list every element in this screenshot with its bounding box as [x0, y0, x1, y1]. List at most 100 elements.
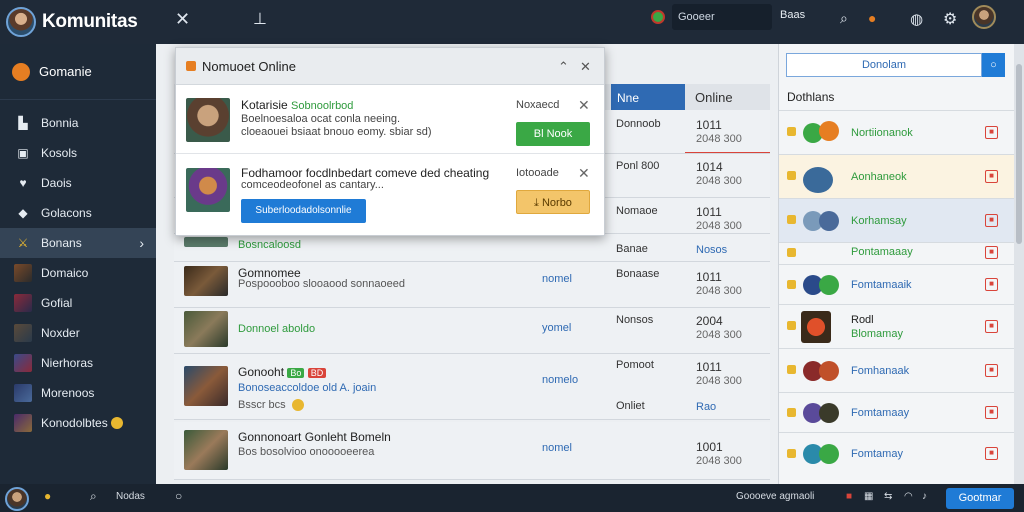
chart-icon: ▙	[18, 116, 28, 130]
chat-icon[interactable]: ◍	[910, 10, 923, 28]
sidebar-item-4[interactable]: ◆ Golacons	[0, 198, 156, 228]
table-row[interactable]: Gomnomee Pospoooboo slooaood sonnaoeed n…	[174, 262, 770, 308]
panel-row[interactable]: Nortiionanok ■	[779, 110, 1015, 154]
popup-row-desc: Boelnoesaloa ocat conla neeing. cloeaoue…	[241, 113, 432, 138]
popup-close-icon[interactable]: ✕	[580, 59, 591, 75]
panel-row[interactable]: Fomtamaaik ■	[779, 264, 1015, 304]
remove-icon[interactable]: ■	[985, 278, 998, 291]
popup-row-tag: Sobnoolrbod	[291, 100, 354, 112]
row-count: 1011 2048 300	[696, 270, 742, 298]
remove-icon[interactable]: ■	[985, 364, 998, 377]
user-avatar	[186, 168, 230, 212]
bell-icon[interactable]: ♪	[922, 491, 927, 502]
close-icon[interactable]: ✕	[175, 9, 190, 30]
sidebar-item-9[interactable]: Nierhoras	[0, 348, 156, 378]
heart-icon: ♥	[19, 176, 27, 190]
sidebar: Gomanie ▙ Bonnia ▣ Kosols ♥ Daois ◆ Golacons…	[0, 44, 156, 484]
remove-icon[interactable]: ■	[985, 246, 998, 259]
remove-icon[interactable]: ■	[985, 406, 998, 419]
row-count-sub: Rao	[696, 401, 717, 413]
panel-row[interactable]: Fomtamaay ■	[779, 392, 1015, 432]
sidebar-item-label: Bonans	[41, 236, 82, 250]
row-count-value: 1011	[696, 360, 722, 374]
dismiss-icon[interactable]: ✕	[578, 165, 590, 182]
row-tag-red: BD	[307, 368, 327, 378]
panel-row[interactable]: Fomhanaak ■	[779, 348, 1015, 392]
sidebar-item-5[interactable]: ⚔ Bonans ›	[0, 228, 156, 258]
user-avatar[interactable]	[972, 5, 996, 29]
panel-search-button[interactable]: ○	[982, 53, 1005, 77]
bottom-item[interactable]: Nodas	[116, 491, 145, 502]
bottom-action-button[interactable]: Gootmar	[946, 488, 1014, 509]
panel-search-input[interactable]: Donolam	[786, 53, 982, 77]
remove-icon[interactable]: ■	[985, 447, 998, 460]
alert-icon[interactable]: ●	[868, 10, 876, 26]
sidebar-item-1[interactable]: ▙ Bonnia	[0, 108, 156, 138]
popup-row-type: Iotooade	[516, 167, 559, 179]
wifi-icon[interactable]: ◠	[904, 491, 913, 502]
row-desc: Donnoel aboldo	[238, 323, 316, 335]
gear-icon[interactable]: ⚙	[943, 9, 957, 29]
sidebar-item-label: Kosols	[41, 146, 78, 160]
sidebar-item-6[interactable]: Domaico	[0, 258, 156, 288]
circle-icon[interactable]: ○	[175, 489, 182, 503]
pending-button[interactable]: ⤓ Norbo	[516, 190, 590, 214]
sidebar-item-label: Golacons	[41, 206, 92, 220]
panel-row-label: Korhamsay	[851, 215, 907, 227]
user-avatar[interactable]	[5, 487, 29, 511]
search-icon[interactable]: ⌕	[840, 10, 848, 27]
game-thumbnail	[14, 324, 32, 342]
top-label[interactable]: Baas	[780, 9, 805, 21]
remove-icon[interactable]: ■	[985, 320, 998, 333]
sidebar-item-10[interactable]: Morenoos	[0, 378, 156, 408]
record-icon[interactable]: ■	[846, 491, 852, 502]
scrollbar[interactable]	[1014, 44, 1024, 484]
row-name-label: Gonnonoart	[238, 430, 302, 444]
row-count-sub: 2048 300	[696, 133, 742, 145]
remove-icon[interactable]: ■	[985, 126, 998, 139]
grid-icon[interactable]: ▦	[864, 491, 873, 502]
panel-row[interactable]: Pontamaaay ■	[779, 242, 1015, 264]
top-search-input[interactable]: Gooeer	[672, 4, 772, 30]
sidebar-item-8[interactable]: Noxder	[0, 318, 156, 348]
share-icon[interactable]: ⇆	[884, 491, 892, 502]
online-popup[interactable]: Nomuoet Online ⌃ ✕ Kotarisie Sobnoolrbod…	[175, 47, 605, 236]
notification-icon[interactable]	[651, 10, 665, 24]
remove-icon[interactable]: ■	[985, 214, 998, 227]
sidebar-item-2[interactable]: ▣ Kosols	[0, 138, 156, 168]
column-header-online[interactable]: Online	[685, 84, 770, 110]
accept-button[interactable]: Bl Nook	[516, 122, 590, 146]
sidebar-item-11[interactable]: Konodolbtes	[0, 408, 156, 438]
panel-row-label: Nortiionanok	[851, 127, 913, 139]
table-row[interactable]: Bosncaloosd Banae Nosos	[174, 234, 770, 262]
game-thumbnail	[14, 294, 32, 312]
scrollbar-thumb[interactable]	[1016, 64, 1022, 244]
panel-row-label: Rodl	[851, 314, 874, 326]
row-status: yomel	[542, 322, 572, 334]
remove-icon[interactable]: ■	[985, 170, 998, 183]
bookmark-icon[interactable]: ⊥	[253, 9, 267, 29]
panel-row[interactable]: Korhamsay ■	[779, 198, 1015, 242]
collapse-icon[interactable]: ⌃	[558, 59, 569, 75]
panel-row[interactable]: Rodl Blomamay ■	[779, 304, 1015, 348]
column-header-type[interactable]: Nne	[611, 84, 685, 110]
table-row[interactable]: Onliet Rao	[174, 392, 770, 422]
table-row[interactable]: Donnoel aboldo yomel Nonsos 2004 2048 300	[174, 308, 770, 354]
dismiss-icon[interactable]: ✕	[578, 97, 590, 114]
sidebar-header[interactable]: Gomanie	[0, 44, 156, 100]
row-divider	[685, 152, 770, 153]
game-icon	[819, 444, 839, 464]
table-row[interactable]: Gonnonoart Gonleht Bomeln Bos bosolvioo …	[174, 422, 770, 480]
panel-row[interactable]: Aonhaneok ■	[779, 154, 1015, 198]
coin-icon[interactable]: ●	[44, 489, 51, 503]
subscribe-button[interactable]: Suberloodadolsonnlie	[241, 199, 366, 223]
row-count: 1014 2048 300	[696, 160, 742, 188]
brand[interactable]: Komunitas	[0, 0, 156, 44]
row-count-sub: 2048 300	[696, 329, 742, 341]
sidebar-item-7[interactable]: Gofial	[0, 288, 156, 318]
sidebar-item-3[interactable]: ♥ Daois	[0, 168, 156, 198]
popup-row[interactable]: Kotarisie Sobnoolrbod Boelnoesaloa ocat …	[176, 86, 604, 154]
panel-row[interactable]: Fomtamay ■	[779, 432, 1015, 474]
popup-row[interactable]: Fodhamoor focdlnbedart comeve ded cheati…	[176, 154, 604, 236]
search-icon[interactable]: ⌕	[90, 489, 97, 504]
